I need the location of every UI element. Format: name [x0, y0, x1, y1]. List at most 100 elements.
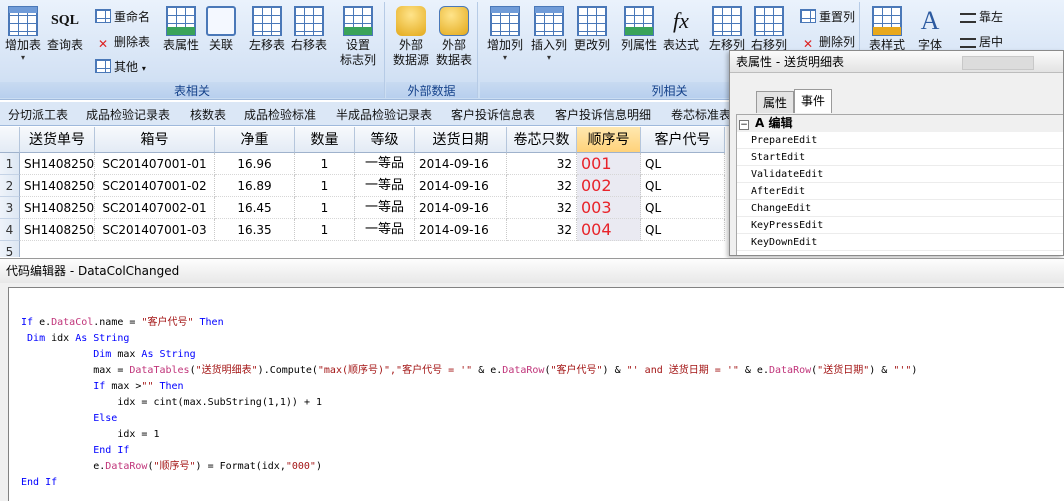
- delete-table-button[interactable]: ✕ 删除表: [95, 32, 150, 52]
- cell-net-weight[interactable]: 16.45: [215, 197, 295, 219]
- code-line[interactable]: idx = cint(max.SubString(1,1)) + 1: [21, 395, 917, 411]
- code-line[interactable]: idx = 1: [21, 427, 917, 443]
- row-number[interactable]: 3: [0, 197, 20, 219]
- cell-delivery-no[interactable]: SH1408250: [20, 197, 95, 219]
- move-left-table-button[interactable]: 左移表: [246, 6, 288, 76]
- relation-button[interactable]: 关联: [202, 6, 240, 76]
- tab-chengpin-jianyan-jilu[interactable]: 成品检验记录表: [84, 104, 172, 126]
- column-header-delivery-date[interactable]: 送货日期: [415, 127, 507, 153]
- external-source-button[interactable]: 外部 数据源: [390, 6, 432, 76]
- column-header-grade[interactable]: 等级: [355, 127, 415, 153]
- code-line[interactable]: max = DataTables("送货明细表").Compute("max(顺…: [21, 363, 917, 379]
- cell-quantity[interactable]: 1: [295, 219, 355, 241]
- column-header-sequence-no[interactable]: 顺序号: [577, 127, 641, 153]
- row-number[interactable]: 2: [0, 175, 20, 197]
- column-header-net-weight[interactable]: 净重: [215, 127, 295, 153]
- query-table-button[interactable]: SQL 查询表: [44, 6, 86, 76]
- cell-delivery-no[interactable]: SH1408250: [20, 175, 95, 197]
- grid-corner[interactable]: [0, 127, 20, 153]
- set-title-column-button[interactable]: 设置 标志列: [336, 6, 380, 76]
- tab-banchengpin-jianyan[interactable]: 半成品检验记录表: [334, 104, 434, 126]
- column-header-box-no[interactable]: 箱号: [95, 127, 215, 153]
- tab-juanxin-biaozhun[interactable]: 卷芯标准表: [669, 104, 733, 126]
- event-item[interactable]: AfterEdit: [737, 183, 1063, 200]
- cell-delivery-date[interactable]: 2014-09-16: [415, 219, 507, 241]
- delete-column-button[interactable]: ✕ 删除列: [800, 32, 855, 52]
- cell-delivery-date[interactable]: 2014-09-16: [415, 197, 507, 219]
- modify-column-button[interactable]: 更改列: [572, 6, 612, 76]
- code-line[interactable]: Else: [21, 411, 917, 427]
- cell-customer-code[interactable]: QL: [641, 153, 725, 175]
- cell-net-weight[interactable]: 16.96: [215, 153, 295, 175]
- tab-kehu-tousu-xinxi[interactable]: 客户投诉信息表: [449, 104, 537, 126]
- row-number[interactable]: 1: [0, 153, 20, 175]
- other-button[interactable]: 其他 ▾: [95, 57, 146, 77]
- category-edit[interactable]: − A 编辑: [737, 115, 1063, 132]
- move-right-table-button[interactable]: 右移表: [288, 6, 330, 76]
- tab-heshu[interactable]: 核数表: [188, 104, 228, 126]
- row-number[interactable]: 4: [0, 219, 20, 241]
- cell-grade[interactable]: 一等品: [355, 175, 415, 197]
- cell-sequence-no[interactable]: 002: [577, 175, 641, 197]
- cell-box-no[interactable]: SC201407001-03: [95, 219, 215, 241]
- align-left-button[interactable]: 靠左: [960, 7, 1003, 27]
- cell-sequence-no[interactable]: 001: [577, 153, 641, 175]
- external-table-button[interactable]: 外部 数据表: [432, 6, 476, 76]
- cell-quantity[interactable]: 1: [295, 175, 355, 197]
- event-item[interactable]: ValidateEdit: [737, 166, 1063, 183]
- cell-core-count[interactable]: 32: [507, 197, 577, 219]
- cell-grade[interactable]: 一等品: [355, 219, 415, 241]
- column-header-quantity[interactable]: 数量: [295, 127, 355, 153]
- event-item[interactable]: StartEdit: [737, 149, 1063, 166]
- tab-events[interactable]: 事件: [794, 89, 833, 113]
- cell-core-count[interactable]: 32: [507, 219, 577, 241]
- code-line[interactable]: If max >"" Then: [21, 379, 917, 395]
- cell-quantity[interactable]: 1: [295, 153, 355, 175]
- cell-customer-code[interactable]: QL: [641, 197, 725, 219]
- cell-core-count[interactable]: 32: [507, 153, 577, 175]
- add-column-button[interactable]: 增加列 ▾: [484, 6, 526, 76]
- row-number[interactable]: 5: [0, 241, 20, 257]
- cell-sequence-no[interactable]: 004: [577, 219, 641, 241]
- tab-kehu-tousu-mingxi[interactable]: 客户投诉信息明细: [553, 104, 653, 126]
- cell-delivery-no[interactable]: SH1408250: [20, 153, 95, 175]
- cell-core-count[interactable]: 32: [507, 175, 577, 197]
- cell-customer-code[interactable]: QL: [641, 219, 725, 241]
- add-table-button[interactable]: 增加表 ▾: [2, 6, 44, 76]
- cell-net-weight[interactable]: 16.89: [215, 175, 295, 197]
- cell-delivery-date[interactable]: 2014-09-16: [415, 153, 507, 175]
- cell-customer-code[interactable]: QL: [641, 175, 725, 197]
- cell-box-no[interactable]: SC201407001-02: [95, 175, 215, 197]
- code-line[interactable]: Dim idx As String: [21, 331, 917, 347]
- expression-button[interactable]: fx 表达式: [660, 6, 702, 76]
- event-item[interactable]: KeyPressEdit: [737, 217, 1063, 234]
- event-item[interactable]: ChangeEdit: [737, 200, 1063, 217]
- reset-column-button[interactable]: 重置列: [800, 7, 855, 27]
- collapse-icon[interactable]: −: [739, 120, 749, 130]
- cell-delivery-no[interactable]: SH1408250: [20, 219, 95, 241]
- tab-properties[interactable]: 属性: [756, 91, 795, 113]
- event-item[interactable]: KeyDownEdit: [737, 234, 1063, 251]
- event-item[interactable]: PrepareEdit: [737, 132, 1063, 149]
- table-properties-button[interactable]: 表属性: [160, 6, 202, 76]
- tab-fenqie-paigong[interactable]: 分切派工表: [6, 104, 70, 126]
- cell-sequence-no[interactable]: 003: [577, 197, 641, 219]
- code-line[interactable]: End If: [21, 443, 917, 459]
- column-properties-button[interactable]: 列属性: [618, 6, 660, 76]
- cell-net-weight[interactable]: 16.35: [215, 219, 295, 241]
- rename-button[interactable]: 重命名: [95, 7, 150, 27]
- column-header-customer-code[interactable]: 客户代号: [641, 127, 725, 153]
- code-line[interactable]: End If: [21, 475, 917, 491]
- code-line[interactable]: Dim max As String: [21, 347, 917, 363]
- code-text[interactable]: If e.DataCol.name = "客户代号" Then Dim idx …: [21, 315, 917, 491]
- insert-column-button[interactable]: 插入列 ▾: [528, 6, 570, 76]
- code-editor-body[interactable]: If e.DataCol.name = "客户代号" Then Dim idx …: [8, 287, 1064, 501]
- cell-quantity[interactable]: 1: [295, 197, 355, 219]
- code-line[interactable]: e.DataRow("顺序号") = Format(idx,"000"): [21, 459, 917, 475]
- cell-box-no[interactable]: SC201407002-01: [95, 197, 215, 219]
- cell-delivery-date[interactable]: 2014-09-16: [415, 175, 507, 197]
- cell-box-no[interactable]: SC201407001-01: [95, 153, 215, 175]
- column-header-core-count[interactable]: 卷芯只数: [507, 127, 577, 153]
- tab-chengpin-jianyan-biaozhun[interactable]: 成品检验标准: [242, 104, 318, 126]
- cell-grade[interactable]: 一等品: [355, 197, 415, 219]
